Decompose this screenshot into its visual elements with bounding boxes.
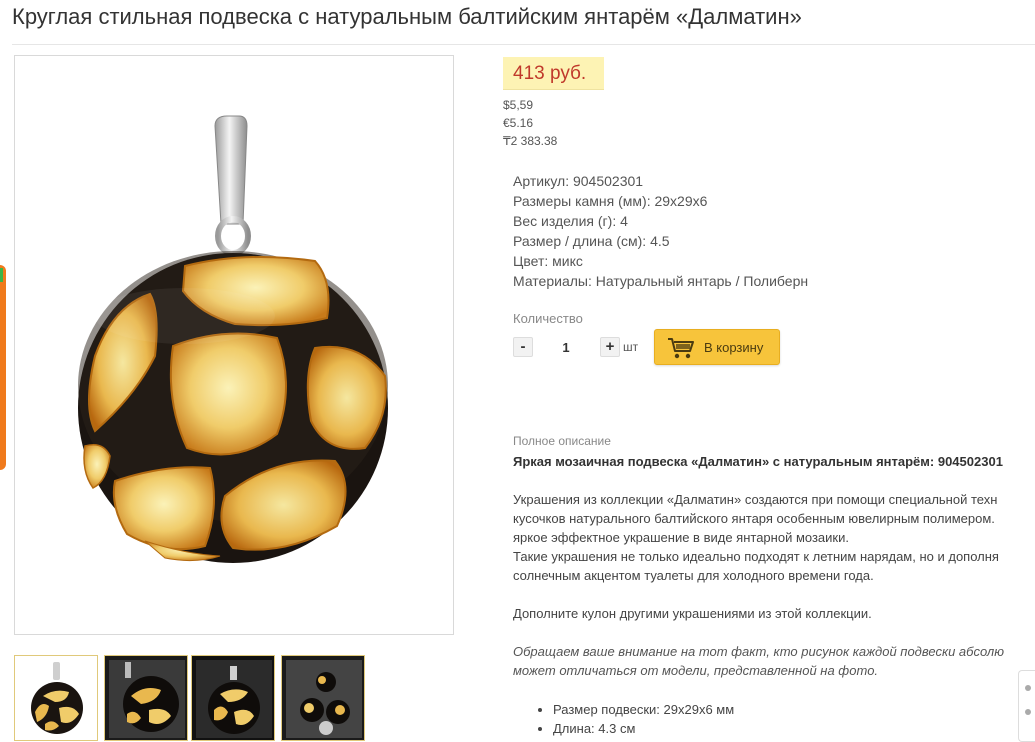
spec-materials: Материалы: Натуральный янтарь / Полиберн — [513, 273, 809, 289]
price-kzt: ₸2 383.38 — [503, 134, 558, 148]
spec-article: Артикул: 904502301 — [513, 173, 644, 189]
description-bullets: Размер подвески: 29x29x6 мм Длина: 4.3 с… — [537, 700, 734, 738]
description-suggestion: Дополните кулон другими украшениями из э… — [513, 606, 872, 621]
amber-pendant-image — [78, 115, 388, 563]
spec-weight: Вес изделия (г): 4 — [513, 213, 628, 229]
description-note: Обращаем ваше внимание на тот факт, кто … — [513, 644, 1005, 678]
quantity-decrease-button[interactable]: - — [513, 337, 533, 357]
pendant-thumb-icon — [15, 656, 97, 740]
cart-icon — [668, 338, 694, 359]
quantity-label: Количество — [513, 311, 583, 326]
quantity-unit: шт — [623, 340, 639, 354]
widget-dot-icon — [1025, 709, 1031, 715]
widget-dot-icon — [1025, 685, 1031, 691]
side-feedback-tab[interactable] — [0, 265, 6, 470]
collection-thumb-icon — [282, 656, 364, 740]
main-product-image[interactable] — [14, 55, 454, 635]
thumbnail-3[interactable] — [191, 655, 275, 741]
pendant-thumb-icon — [192, 656, 274, 740]
description-label: Полное описание — [513, 434, 611, 448]
bullet-item: Длина: 4.3 см — [553, 719, 734, 738]
spec-length: Размер / длина (см): 4.5 — [513, 233, 670, 249]
side-tab-indicator — [0, 268, 3, 282]
pendant-thumb-icon — [105, 656, 187, 740]
spec-stone-size: Размеры камня (мм): 29x29x6 — [513, 193, 708, 209]
page-title: Круглая стильная подвеска с натуральным … — [12, 4, 802, 29]
price-main: 413 руб. — [513, 63, 587, 84]
add-to-cart-button[interactable]: В корзину — [654, 329, 780, 365]
thumbnail-4[interactable] — [281, 655, 365, 741]
side-widget[interactable] — [1018, 670, 1035, 742]
product-specs: Артикул: 904502301 Размеры камня (мм): 2… — [513, 171, 808, 291]
spec-color: Цвет: микс — [513, 253, 583, 269]
thumbnail-1[interactable] — [14, 655, 98, 741]
title-divider — [12, 44, 1035, 45]
price-eur: €5.16 — [503, 116, 534, 130]
description-paragraph: Украшения из коллекции «Далматин» создаю… — [513, 492, 999, 583]
bullet-item: Размер подвески: 29x29x6 мм — [553, 700, 734, 719]
add-to-cart-label: В корзину — [704, 340, 764, 355]
description-heading: Яркая мозаичная подвеска «Далматин» с на… — [513, 454, 1003, 469]
price-box: 413 руб. — [503, 57, 604, 90]
price-usd: $5,59 — [503, 98, 534, 112]
alt-prices: $5,59 €5.16 ₸2 383.38 — [503, 96, 557, 150]
quantity-input[interactable] — [534, 336, 598, 358]
quantity-increase-button[interactable]: + — [600, 337, 620, 357]
thumbnail-2[interactable] — [104, 655, 188, 741]
